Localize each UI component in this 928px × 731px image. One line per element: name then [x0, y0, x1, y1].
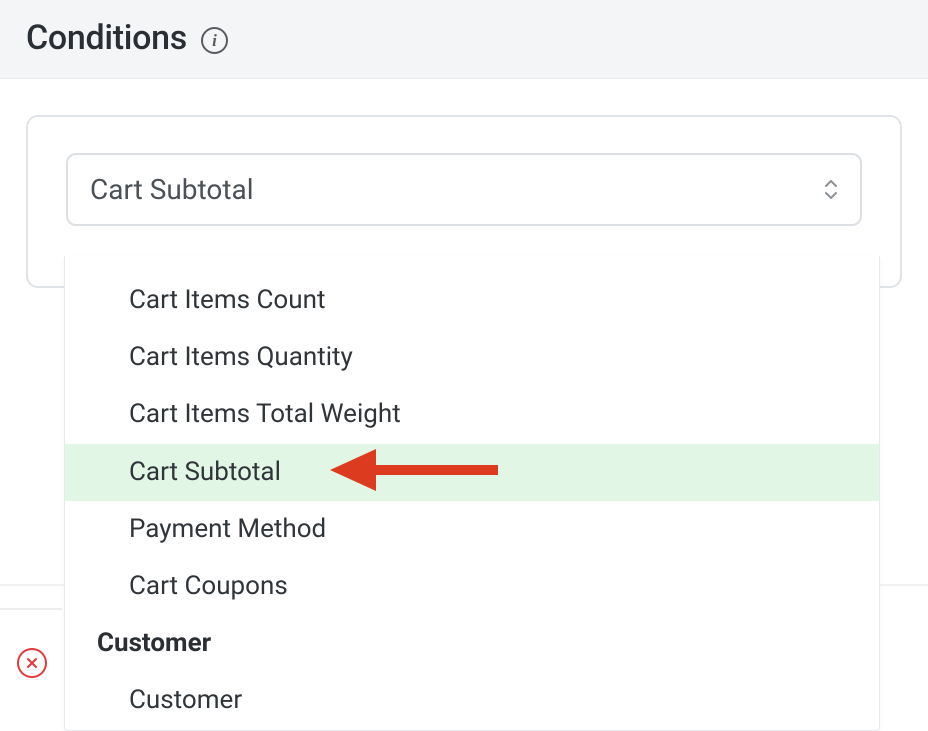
close-icon: [26, 657, 38, 669]
option-cart-items-quantity[interactable]: Cart Items Quantity: [65, 329, 879, 386]
select-value: Cart Subtotal: [90, 173, 254, 206]
select-sort-icon: [820, 176, 842, 204]
info-icon[interactable]: i: [201, 27, 228, 54]
option-cart-subtotal[interactable]: Cart Subtotal: [65, 444, 879, 501]
section-header: Conditions i: [0, 0, 928, 79]
optgroup-customer: Customer: [65, 615, 879, 672]
option-cart-items-count[interactable]: Cart Items Count: [65, 272, 879, 329]
section-title: Conditions: [26, 18, 187, 58]
condition-type-dropdown: Cart Items Count Cart Items Quantity Car…: [64, 256, 880, 731]
remove-condition-button[interactable]: [17, 648, 47, 678]
condition-type-select[interactable]: Cart Subtotal: [66, 153, 862, 226]
option-cart-coupons[interactable]: Cart Coupons: [65, 558, 879, 615]
divider: [0, 608, 62, 610]
option-payment-method[interactable]: Payment Method: [65, 501, 879, 558]
option-cart-items-total-weight[interactable]: Cart Items Total Weight: [65, 386, 879, 443]
option-customer[interactable]: Customer: [65, 672, 879, 729]
